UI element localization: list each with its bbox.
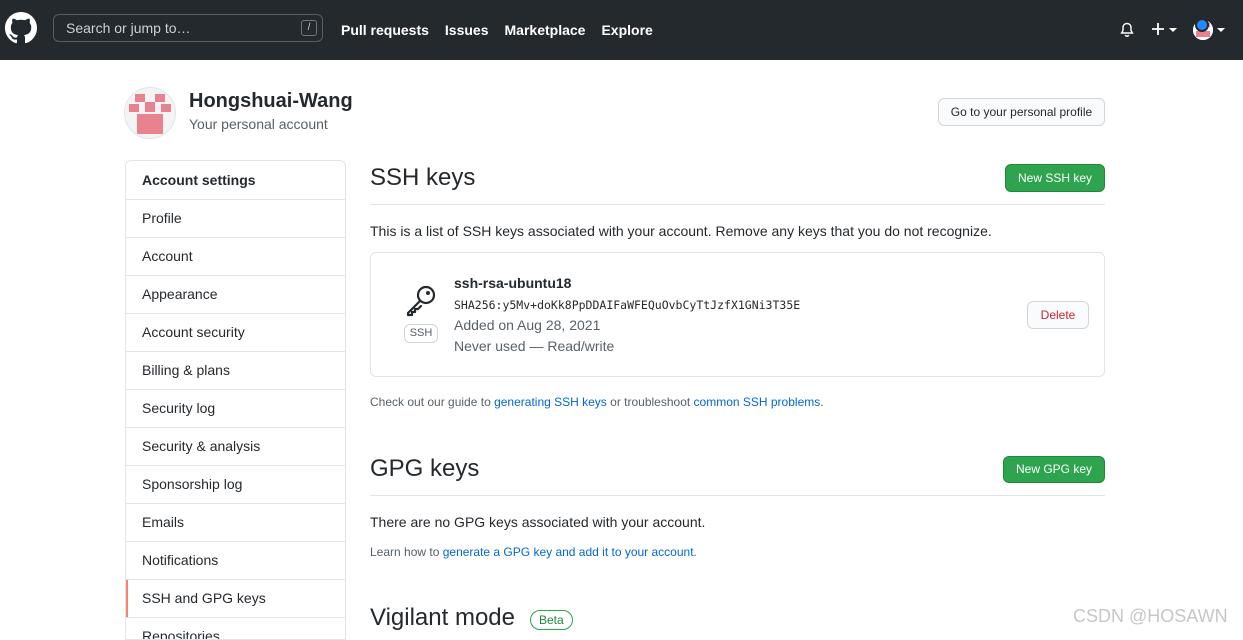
key-fingerprint: SHA256:y5Mv+doKk8PpDDAIFaWFEQuOvbCyTtJzf… [454,298,801,312]
sidebar-item-repositories[interactable]: Repositories [126,618,345,639]
new-gpg-key-button[interactable]: New GPG key [1003,456,1105,483]
beta-badge: Beta [530,610,573,630]
watermark: CSDN @HOSAWN [1073,606,1228,626]
nav-explore[interactable]: Explore [601,22,652,38]
ssh-guide-mid: or troubleshoot [606,395,694,409]
gpg-empty-text: There are no GPG keys associated with yo… [370,514,706,530]
sidebar-item-account-security[interactable]: Account security [126,314,345,352]
gpg-keys-title: GPG keys [370,455,480,482]
ssh-guide-post: . [820,395,824,409]
search-input[interactable] [54,15,296,41]
ssh-guide-note: Check out our guide to generating SSH ke… [370,395,824,409]
search-box[interactable]: / [53,14,323,42]
plus-icon [1151,22,1165,39]
account-avatar [124,87,176,139]
common-ssh-problems-link[interactable]: common SSH problems [694,395,821,409]
ssh-key-entry: SSH ssh-rsa-ubuntu18 SHA256:y5Mv+doKk8Pp… [370,252,1105,377]
personal-profile-button[interactable]: Go to your personal profile [938,98,1105,126]
nav-issues[interactable]: Issues [445,22,489,38]
sidebar-item-emails[interactable]: Emails [126,504,345,542]
ssh-keys-title: SSH keys [370,164,476,191]
ssh-guide-pre: Check out our guide to [370,395,495,409]
vigilant-mode-title: Vigilant mode [370,604,515,631]
generating-ssh-keys-link[interactable]: generating SSH keys [494,395,607,409]
create-new-dropdown[interactable] [1151,22,1177,39]
sidebar-item-account[interactable]: Account [126,238,345,276]
nav-marketplace[interactable]: Marketplace [505,22,586,38]
key-type-badge: SSH [404,324,438,343]
header-actions [1103,0,1225,60]
sidebar-item-appearance[interactable]: Appearance [126,276,345,314]
sidebar-item-security-analysis[interactable]: Security & analysis [126,428,345,466]
key-usage: Never used — Read/write [454,338,615,354]
generate-gpg-key-link[interactable]: generate a GPG key and add it to your ac… [443,545,694,559]
key-icon [403,283,439,319]
account-name: Hongshuai-Wang [189,90,353,112]
slash-shortcut-hint: / [301,20,317,36]
chevron-down-icon [1169,28,1177,32]
gpg-learn-pre: Learn how to [370,545,443,559]
ssh-intro-text: This is a list of SSH keys associated wi… [370,223,992,239]
gpg-learn-note: Learn how to generate a GPG key and add … [370,545,697,559]
sidebar-item-sponsorship-log[interactable]: Sponsorship log [126,466,345,504]
sidebar-item-notifications[interactable]: Notifications [126,542,345,580]
settings-sidebar: Account settings Profile Account Appeara… [125,160,346,640]
sidebar-item-billing[interactable]: Billing & plans [126,352,345,390]
chevron-down-icon [1217,28,1225,32]
top-navbar: / Pull requests Issues Marketplace Explo… [0,0,1243,60]
key-title: ssh-rsa-ubuntu18 [454,275,572,291]
gpg-learn-post: . [693,545,697,559]
sidebar-item-ssh-gpg-keys[interactable]: SSH and GPG keys [126,580,345,618]
sidebar-heading: Account settings [126,161,345,200]
global-nav: Pull requests Issues Marketplace Explore [341,0,669,60]
notifications-bell-icon[interactable] [1119,22,1135,38]
user-menu-dropdown[interactable] [1193,18,1225,40]
divider [370,204,1105,205]
account-subtitle: Your personal account [189,116,328,132]
github-logo-icon[interactable] [5,12,37,44]
key-added-date: Added on Aug 28, 2021 [454,317,601,333]
delete-key-button[interactable]: Delete [1027,301,1089,329]
sidebar-item-profile[interactable]: Profile [126,200,345,238]
divider [370,495,1105,496]
new-ssh-key-button[interactable]: New SSH key [1005,164,1105,192]
nav-pull-requests[interactable]: Pull requests [341,22,429,38]
sidebar-item-security-log[interactable]: Security log [126,390,345,428]
notification-dot-icon [1195,18,1209,32]
